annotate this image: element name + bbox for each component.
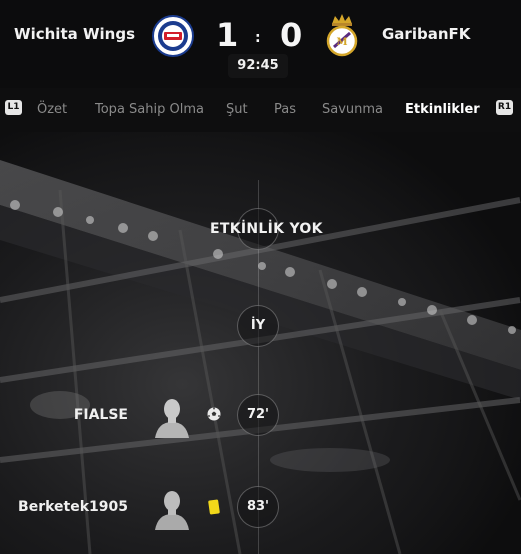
away-team-crest: M xyxy=(326,14,358,57)
tab-savunma[interactable]: Savunma xyxy=(322,102,383,117)
player-avatar xyxy=(155,491,189,530)
yellow-card-icon xyxy=(208,499,220,515)
tab-topa-sahip-olma[interactable]: Topa Sahip Olma xyxy=(95,102,204,117)
score-separator: : xyxy=(255,30,261,46)
event-minute-badge: 83' xyxy=(237,486,279,528)
match-clock-box: 92:45 xyxy=(228,54,288,78)
svg-text:M: M xyxy=(336,37,347,48)
away-score: 0 xyxy=(280,16,303,54)
home-team-crest xyxy=(152,15,194,57)
match-clock: 92:45 xyxy=(237,58,279,73)
r1-bumper-icon[interactable]: R1 xyxy=(496,100,513,115)
match-header: Wichita Wings 1 : 0 M GaribanFK 92:45 xyxy=(0,0,521,88)
home-score: 1 xyxy=(216,16,239,54)
tab-pas[interactable]: Pas xyxy=(274,102,296,117)
away-team-name: GaribanFK xyxy=(382,25,471,43)
event-minute-badge: 72' xyxy=(237,394,279,436)
l1-bumper-icon[interactable]: L1 xyxy=(5,100,22,115)
event-player-name: Berketek1905 xyxy=(18,499,128,515)
event-player-name: FIALSE xyxy=(73,407,128,423)
home-team-name: Wichita Wings xyxy=(14,25,135,43)
half-time-marker: İY xyxy=(237,305,279,347)
no-events-label: ETKİNLİK YOK xyxy=(210,221,323,237)
tab-ozet[interactable]: Özet xyxy=(37,102,67,117)
tab-sut[interactable]: Şut xyxy=(226,102,248,117)
player-avatar xyxy=(155,399,189,438)
tab-etkinlikler[interactable]: Etkinlikler xyxy=(405,102,480,117)
soccer-ball-icon xyxy=(207,407,221,421)
